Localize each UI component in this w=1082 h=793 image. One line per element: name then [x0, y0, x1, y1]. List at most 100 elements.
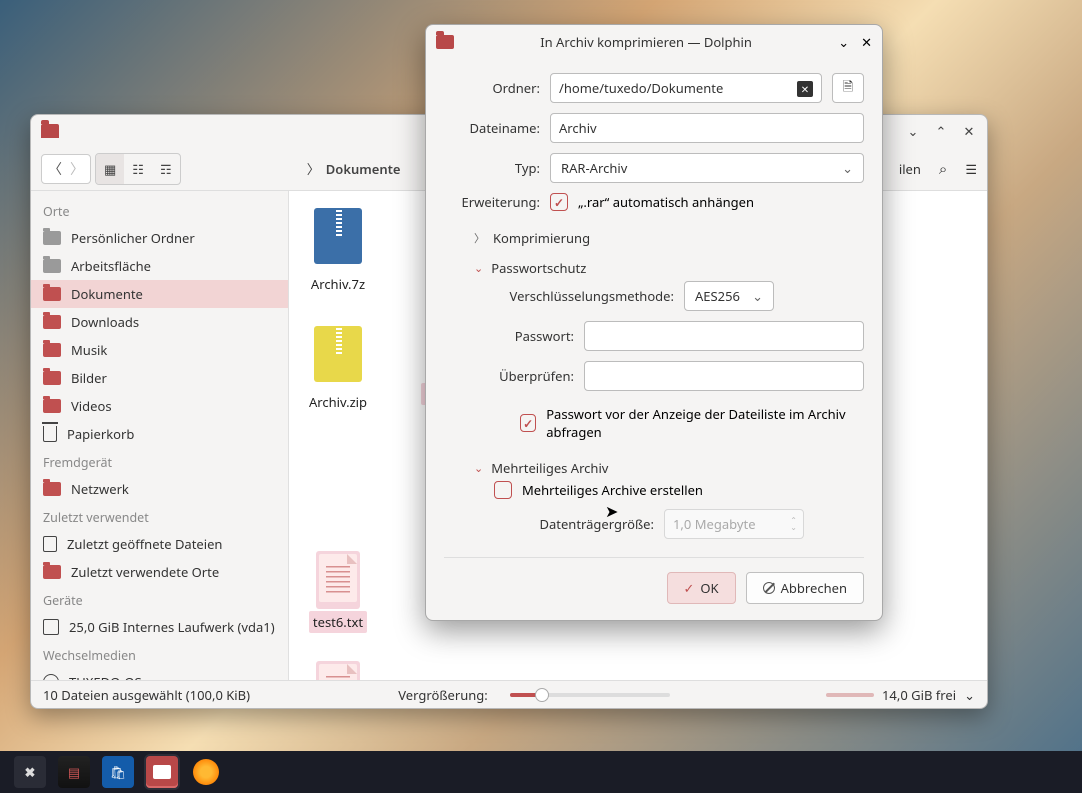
network-icon: [43, 482, 61, 496]
password-expander[interactable]: ⌄ Passwortschutz: [444, 251, 864, 281]
chevron-down-icon: ⌄: [474, 261, 483, 276]
dolphin-taskbar-icon[interactable]: [146, 756, 178, 788]
document-icon: 🗎: [843, 77, 853, 100]
clear-icon[interactable]: ✕: [797, 81, 813, 97]
sidebar-item-music[interactable]: Musik: [31, 336, 288, 364]
file-item[interactable]: test6.txt: [303, 551, 373, 633]
back-button[interactable]: 〈: [48, 159, 62, 179]
folder-input[interactable]: /home/tuxedo/Dokumente ✕: [550, 73, 822, 103]
type-label: Typ:: [444, 159, 540, 177]
text-file-icon: [319, 554, 357, 602]
home-icon: [43, 231, 61, 245]
text-file-icon: [319, 664, 357, 680]
desktop-icon: [43, 259, 61, 273]
filename-label: Dateiname:: [444, 119, 540, 137]
volume-size-spinner: 1,0 Megabyte: [664, 509, 804, 539]
verify-label: Überprüfen:: [494, 367, 574, 385]
downloads-icon: [43, 315, 61, 329]
zoom-slider[interactable]: [510, 693, 670, 697]
status-bar: 10 Dateien ausgewählt (100,0 KiB) Vergrö…: [31, 680, 987, 708]
sidebar-item-recent-files[interactable]: Zuletzt geöffnete Dateien: [31, 530, 288, 558]
places-sidebar: Orte Persönlicher Ordner Arbeitsfläche D…: [31, 191, 289, 680]
multipart-expander[interactable]: ⌄ Mehrteiliges Archiv: [444, 451, 864, 481]
videos-icon: [43, 399, 61, 413]
app-launcher-icon[interactable]: ✖: [14, 756, 46, 788]
section-places: Orte: [31, 197, 288, 224]
discover-icon[interactable]: 🛍: [102, 756, 134, 788]
sidebar-item-pictures[interactable]: Bilder: [31, 364, 288, 392]
folder-picker-button[interactable]: 🗎: [832, 73, 864, 103]
header-encryption-label: Passwort vor der Anzeige der Dateiliste …: [546, 405, 864, 441]
music-icon: [43, 343, 61, 357]
compression-expander[interactable]: 〉 Komprimierung: [444, 221, 864, 251]
archive-icon: [314, 326, 362, 382]
pictures-icon: [43, 371, 61, 385]
folder-label: Ordner:: [444, 79, 540, 97]
cancel-icon: [763, 582, 775, 594]
archive-icon: [314, 208, 362, 264]
nav-buttons: 〈 〉: [41, 154, 91, 184]
sidebar-item-downloads[interactable]: Downloads: [31, 308, 288, 336]
folder-icon: [41, 124, 59, 138]
compress-dialog: In Archiv komprimieren — Dolphin ⌄ ✕ Ord…: [425, 24, 883, 621]
close-button[interactable]: ✕: [961, 122, 977, 140]
sidebar-item-documents[interactable]: Dokumente: [31, 280, 288, 308]
password-label: Passwort:: [494, 327, 574, 345]
taskbar: ✖ ▤ 🛍: [0, 751, 1082, 793]
zoom-label: Vergrößerung:: [398, 686, 488, 704]
maximize-button[interactable]: ⌃: [933, 122, 949, 140]
hamburger-menu-icon[interactable]: ☰: [965, 160, 977, 178]
extension-checkbox[interactable]: ✓: [550, 193, 568, 211]
dialog-title: In Archiv komprimieren — Dolphin: [454, 33, 838, 51]
icon-view-button[interactable]: ▦: [96, 154, 124, 184]
split-view-label[interactable]: ilen: [899, 160, 921, 178]
section-remote: Fremdgerät: [31, 448, 288, 475]
firefox-icon[interactable]: [190, 756, 222, 788]
verify-password-input[interactable]: [584, 361, 864, 391]
trash-icon: [43, 426, 57, 442]
file-item[interactable]: test10.txt: [303, 661, 373, 680]
sidebar-item-desktop[interactable]: Arbeitsfläche: [31, 252, 288, 280]
sidebar-item-drive[interactable]: 25,0 GiB Internes Laufwerk (vda1): [31, 613, 288, 641]
dialog-titlebar[interactable]: In Archiv komprimieren — Dolphin ⌄ ✕: [426, 25, 882, 59]
tuxedo-icon: [43, 674, 59, 680]
section-recent: Zuletzt verwendet: [31, 503, 288, 530]
extension-label: Erweiterung:: [444, 193, 540, 211]
system-settings-icon[interactable]: ▤: [58, 756, 90, 788]
chevron-down-icon[interactable]: ⌄: [964, 686, 975, 704]
view-mode-buttons: ▦ ☷ ☶: [95, 153, 181, 185]
minimize-button[interactable]: ⌄: [838, 33, 849, 51]
cancel-button[interactable]: Abbrechen: [746, 572, 864, 604]
ok-button[interactable]: ✓ OK: [667, 572, 736, 604]
close-button[interactable]: ✕: [861, 33, 872, 51]
search-icon[interactable]: ⌕: [939, 159, 947, 179]
documents-icon: [43, 287, 61, 301]
sidebar-item-tuxedo[interactable]: TUXEDO-OS: [31, 668, 288, 680]
filename-input[interactable]: Archiv: [550, 113, 864, 143]
breadcrumb-current: Dokumente: [326, 160, 401, 178]
sidebar-item-trash[interactable]: Papierkorb: [31, 420, 288, 448]
password-input[interactable]: [584, 321, 864, 351]
minimize-button[interactable]: ⌄: [905, 122, 921, 140]
selection-status: 10 Dateien ausgewählt (100,0 KiB): [43, 686, 250, 704]
free-space-label: 14,0 GiB frei: [882, 686, 956, 704]
encryption-method-dropdown[interactable]: AES256: [684, 281, 774, 311]
chevron-right-icon: 〉: [474, 230, 485, 246]
free-space-bar: [826, 693, 874, 697]
compact-view-button[interactable]: ☷: [124, 154, 152, 184]
section-removable: Wechselmedien: [31, 641, 288, 668]
multipart-checkbox-label: Mehrteiliges Archive erstellen: [522, 481, 703, 499]
sidebar-item-videos[interactable]: Videos: [31, 392, 288, 420]
multipart-checkbox[interactable]: ✓: [494, 481, 512, 499]
sidebar-item-recent-places[interactable]: Zuletzt verwendete Orte: [31, 558, 288, 586]
file-item[interactable]: Archiv.7z: [303, 205, 373, 295]
file-item[interactable]: Archiv.zip: [303, 323, 373, 413]
sidebar-item-network[interactable]: Netzwerk: [31, 475, 288, 503]
encryption-method-label: Verschlüsselungsmethode:: [494, 287, 674, 305]
details-view-button[interactable]: ☶: [152, 154, 180, 184]
forward-button[interactable]: 〉: [70, 159, 84, 179]
header-encryption-checkbox[interactable]: ✓: [520, 414, 536, 432]
type-dropdown[interactable]: RAR-Archiv: [550, 153, 864, 183]
sidebar-item-home[interactable]: Persönlicher Ordner: [31, 224, 288, 252]
recent-files-icon: [43, 536, 57, 552]
